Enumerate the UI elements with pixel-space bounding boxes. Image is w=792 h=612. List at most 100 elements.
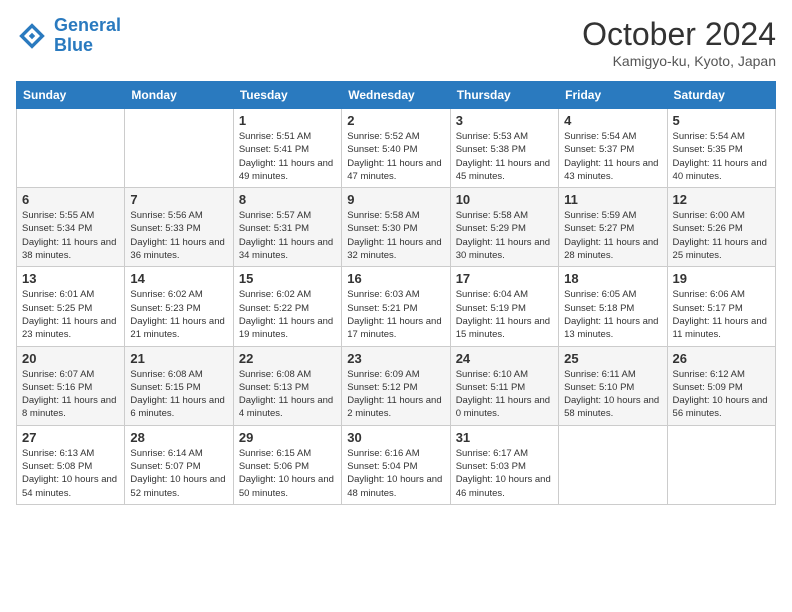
calendar-cell: 13Sunrise: 6:01 AM Sunset: 5:25 PM Dayli…	[17, 267, 125, 346]
calendar-cell: 27 Sunrise: 6:13 AM Sunset: 5:08 PM Dayli…	[17, 425, 125, 504]
day-info: Sunrise: 6:11 AM Sunset: 5:10 PM Dayligh…	[564, 368, 661, 421]
day-number: 9	[347, 192, 444, 207]
day-number: 2	[347, 113, 444, 128]
day-info: Sunrise: 5:58 AM Sunset: 5:30 PM Dayligh…	[347, 209, 444, 262]
day-number: 20	[22, 351, 119, 366]
logo-icon	[16, 20, 48, 52]
col-header-sunday: Sunday	[17, 82, 125, 109]
day-info: Sunrise: 6:15 AM Sunset: 5:06 PM Dayligh…	[239, 447, 336, 500]
day-info: Sunrise: 5:56 AM Sunset: 5:33 PM Dayligh…	[130, 209, 227, 262]
calendar-cell: 25 Sunrise: 6:11 AM Sunset: 5:10 PM Dayli…	[559, 346, 667, 425]
day-number: 1	[239, 113, 336, 128]
calendar-cell	[125, 109, 233, 188]
day-number: 29	[239, 430, 336, 445]
logo-line2: Blue	[54, 35, 93, 55]
col-header-friday: Friday	[559, 82, 667, 109]
calendar-cell	[667, 425, 775, 504]
day-info: Sunrise: 6:13 AM Sunset: 5:08 PM Dayligh…	[22, 447, 119, 500]
calendar-cell: 20 Sunrise: 6:07 AM Sunset: 5:16 PM Dayli…	[17, 346, 125, 425]
col-header-tuesday: Tuesday	[233, 82, 341, 109]
day-number: 30	[347, 430, 444, 445]
header-row: SundayMondayTuesdayWednesdayThursdayFrid…	[17, 82, 776, 109]
calendar-cell: 28 Sunrise: 6:14 AM Sunset: 5:07 PM Dayli…	[125, 425, 233, 504]
calendar-cell: 19Sunrise: 6:06 AM Sunset: 5:17 PM Dayli…	[667, 267, 775, 346]
day-info: Sunrise: 6:05 AM Sunset: 5:18 PM Dayligh…	[564, 288, 661, 341]
calendar-cell: 18 Sunrise: 6:05 AM Sunset: 5:18 PM Dayli…	[559, 267, 667, 346]
calendar-table: SundayMondayTuesdayWednesdayThursdayFrid…	[16, 81, 776, 505]
day-number: 13	[22, 271, 119, 286]
day-number: 7	[130, 192, 227, 207]
col-header-monday: Monday	[125, 82, 233, 109]
location: Kamigyo-ku, Kyoto, Japan	[582, 53, 776, 69]
col-header-thursday: Thursday	[450, 82, 558, 109]
col-header-wednesday: Wednesday	[342, 82, 450, 109]
week-row-3: 13Sunrise: 6:01 AM Sunset: 5:25 PM Dayli…	[17, 267, 776, 346]
calendar-cell: 7 Sunrise: 5:56 AM Sunset: 5:33 PM Daylig…	[125, 188, 233, 267]
calendar-cell: 26 Sunrise: 6:12 AM Sunset: 5:09 PM Dayli…	[667, 346, 775, 425]
day-number: 28	[130, 430, 227, 445]
day-number: 17	[456, 271, 553, 286]
day-info: Sunrise: 5:54 AM Sunset: 5:35 PM Dayligh…	[673, 130, 770, 183]
calendar-cell: 21 Sunrise: 6:08 AM Sunset: 5:15 PM Dayli…	[125, 346, 233, 425]
day-info: Sunrise: 6:12 AM Sunset: 5:09 PM Dayligh…	[673, 368, 770, 421]
day-info: Sunrise: 6:08 AM Sunset: 5:15 PM Dayligh…	[130, 368, 227, 421]
calendar-cell: 31Sunrise: 6:17 AM Sunset: 5:03 PM Dayli…	[450, 425, 558, 504]
day-number: 24	[456, 351, 553, 366]
week-row-2: 6 Sunrise: 5:55 AM Sunset: 5:34 PM Daylig…	[17, 188, 776, 267]
col-header-saturday: Saturday	[667, 82, 775, 109]
calendar-cell: 15Sunrise: 6:02 AM Sunset: 5:22 PM Dayli…	[233, 267, 341, 346]
calendar-cell: 9 Sunrise: 5:58 AM Sunset: 5:30 PM Daylig…	[342, 188, 450, 267]
day-number: 27	[22, 430, 119, 445]
calendar-cell: 12Sunrise: 6:00 AM Sunset: 5:26 PM Dayli…	[667, 188, 775, 267]
day-info: Sunrise: 5:53 AM Sunset: 5:38 PM Dayligh…	[456, 130, 553, 183]
day-number: 31	[456, 430, 553, 445]
calendar-cell: 8 Sunrise: 5:57 AM Sunset: 5:31 PM Daylig…	[233, 188, 341, 267]
calendar-cell: 14 Sunrise: 6:02 AM Sunset: 5:23 PM Dayli…	[125, 267, 233, 346]
calendar-cell: 4Sunrise: 5:54 AM Sunset: 5:37 PM Daylig…	[559, 109, 667, 188]
day-info: Sunrise: 6:02 AM Sunset: 5:22 PM Dayligh…	[239, 288, 336, 341]
day-info: Sunrise: 6:09 AM Sunset: 5:12 PM Dayligh…	[347, 368, 444, 421]
day-number: 10	[456, 192, 553, 207]
calendar-cell: 30 Sunrise: 6:16 AM Sunset: 5:04 PM Dayli…	[342, 425, 450, 504]
calendar-cell: 22 Sunrise: 6:08 AM Sunset: 5:13 PM Dayli…	[233, 346, 341, 425]
logo-text: General Blue	[54, 16, 121, 56]
day-info: Sunrise: 6:10 AM Sunset: 5:11 PM Dayligh…	[456, 368, 553, 421]
calendar-cell: 1Sunrise: 5:51 AM Sunset: 5:41 PM Daylig…	[233, 109, 341, 188]
calendar-cell: 3 Sunrise: 5:53 AM Sunset: 5:38 PM Daylig…	[450, 109, 558, 188]
day-info: Sunrise: 5:55 AM Sunset: 5:34 PM Dayligh…	[22, 209, 119, 262]
day-info: Sunrise: 5:58 AM Sunset: 5:29 PM Dayligh…	[456, 209, 553, 262]
day-info: Sunrise: 6:14 AM Sunset: 5:07 PM Dayligh…	[130, 447, 227, 500]
day-info: Sunrise: 6:07 AM Sunset: 5:16 PM Dayligh…	[22, 368, 119, 421]
day-number: 6	[22, 192, 119, 207]
day-info: Sunrise: 6:16 AM Sunset: 5:04 PM Dayligh…	[347, 447, 444, 500]
day-number: 22	[239, 351, 336, 366]
page-header: General Blue October 2024 Kamigyo-ku, Ky…	[16, 16, 776, 69]
day-info: Sunrise: 6:04 AM Sunset: 5:19 PM Dayligh…	[456, 288, 553, 341]
day-number: 26	[673, 351, 770, 366]
day-number: 18	[564, 271, 661, 286]
calendar-cell	[559, 425, 667, 504]
calendar-cell: 2 Sunrise: 5:52 AM Sunset: 5:40 PM Daylig…	[342, 109, 450, 188]
month-title: October 2024	[582, 16, 776, 53]
day-number: 23	[347, 351, 444, 366]
calendar-cell: 29 Sunrise: 6:15 AM Sunset: 5:06 PM Dayli…	[233, 425, 341, 504]
day-number: 3	[456, 113, 553, 128]
day-number: 12	[673, 192, 770, 207]
calendar-cell: 11Sunrise: 5:59 AM Sunset: 5:27 PM Dayli…	[559, 188, 667, 267]
day-number: 4	[564, 113, 661, 128]
week-row-4: 20 Sunrise: 6:07 AM Sunset: 5:16 PM Dayli…	[17, 346, 776, 425]
day-number: 19	[673, 271, 770, 286]
calendar-cell: 10 Sunrise: 5:58 AM Sunset: 5:29 PM Dayli…	[450, 188, 558, 267]
calendar-cell: 6 Sunrise: 5:55 AM Sunset: 5:34 PM Daylig…	[17, 188, 125, 267]
day-number: 21	[130, 351, 227, 366]
day-info: Sunrise: 6:02 AM Sunset: 5:23 PM Dayligh…	[130, 288, 227, 341]
day-info: Sunrise: 5:57 AM Sunset: 5:31 PM Dayligh…	[239, 209, 336, 262]
day-number: 14	[130, 271, 227, 286]
day-number: 8	[239, 192, 336, 207]
day-number: 25	[564, 351, 661, 366]
day-info: Sunrise: 5:52 AM Sunset: 5:40 PM Dayligh…	[347, 130, 444, 183]
day-info: Sunrise: 6:08 AM Sunset: 5:13 PM Dayligh…	[239, 368, 336, 421]
day-number: 5	[673, 113, 770, 128]
calendar-cell: 16Sunrise: 6:03 AM Sunset: 5:21 PM Dayli…	[342, 267, 450, 346]
calendar-cell: 5 Sunrise: 5:54 AM Sunset: 5:35 PM Daylig…	[667, 109, 775, 188]
